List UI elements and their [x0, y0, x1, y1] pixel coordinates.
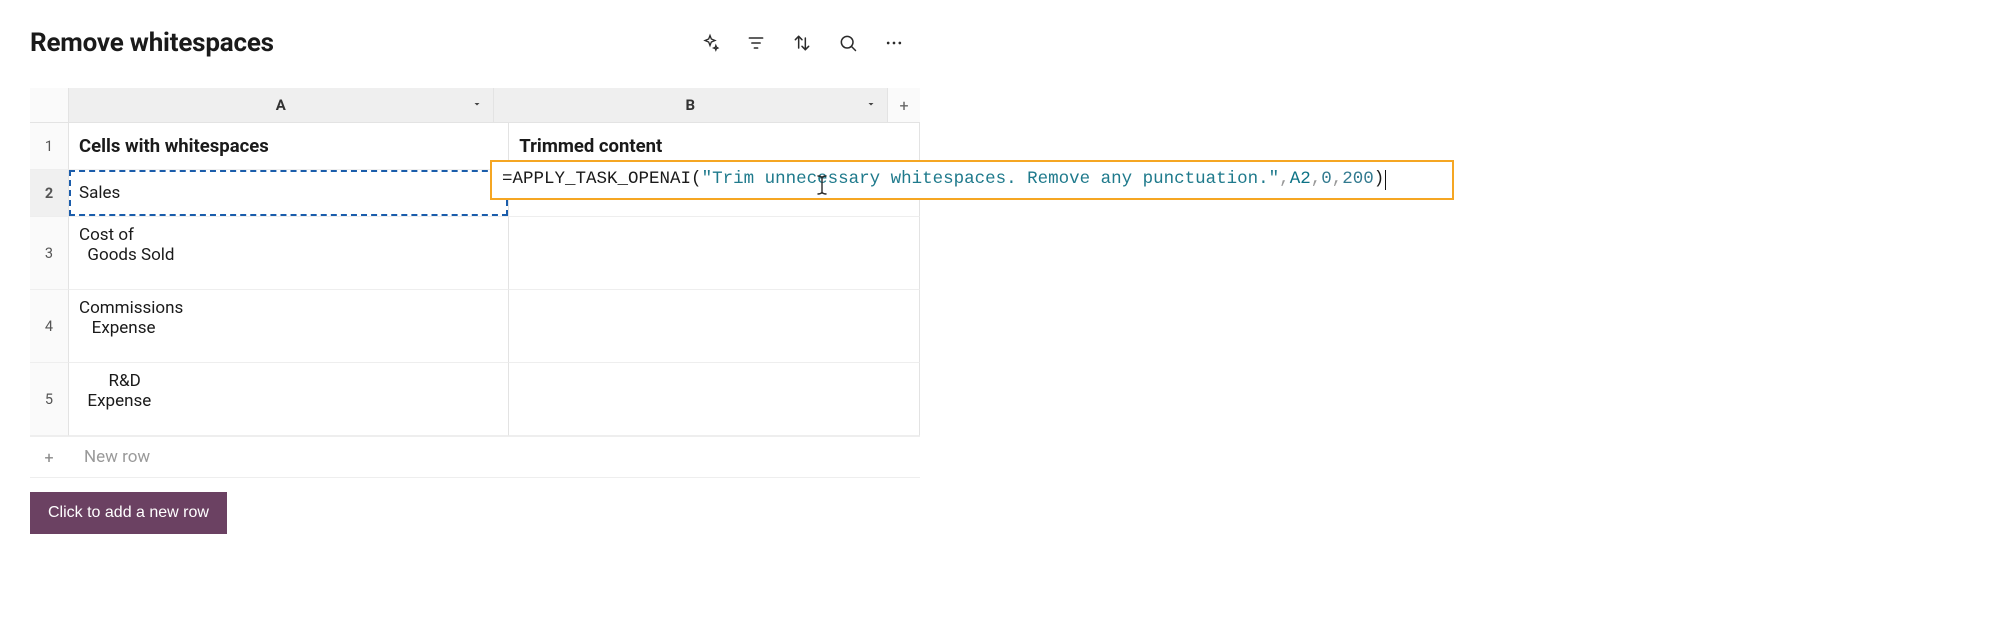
- formula-comma: ,: [1279, 168, 1290, 192]
- row-number[interactable]: 5: [30, 363, 69, 436]
- formula-cell-ref: A2: [1290, 168, 1311, 192]
- formula-open-paren: (: [691, 168, 702, 192]
- cell-a1[interactable]: Cells with whitespaces: [69, 123, 509, 170]
- table-toolbar: [700, 33, 904, 53]
- search-icon[interactable]: [838, 33, 858, 53]
- cell-text: Cells with whitespaces: [79, 135, 269, 157]
- plus-icon: +: [900, 96, 909, 115]
- filter-icon[interactable]: [746, 33, 766, 53]
- corner-cell[interactable]: [30, 88, 69, 123]
- column-letter: A: [69, 96, 493, 114]
- column-header-b[interactable]: B: [494, 88, 889, 123]
- cell-b3[interactable]: [509, 217, 920, 290]
- sort-icon[interactable]: [792, 33, 812, 53]
- formula-string-arg: "Trim unnecessary whitespaces. Remove an…: [702, 168, 1280, 192]
- text-caret: [1385, 170, 1386, 190]
- cell-b5[interactable]: [509, 363, 920, 436]
- new-row-button[interactable]: + New row: [30, 436, 920, 478]
- formula-editor[interactable]: =APPLY_TASK_OPENAI("Trim unnecessary whi…: [490, 160, 1454, 200]
- column-header-a[interactable]: A: [69, 88, 494, 123]
- cell-a4[interactable]: Commissions Expense: [69, 290, 509, 363]
- cell-a3[interactable]: Cost of Goods Sold: [69, 217, 509, 290]
- cell-b4[interactable]: [509, 290, 920, 363]
- row-number[interactable]: 2: [30, 170, 69, 217]
- row-number[interactable]: 4: [30, 290, 69, 363]
- more-icon[interactable]: [884, 33, 904, 53]
- chevron-down-icon[interactable]: [471, 96, 483, 114]
- formula-function-name: APPLY_TASK_OPENAI: [513, 168, 692, 192]
- row-number[interactable]: 1: [30, 123, 69, 170]
- cell-a2[interactable]: Sales: [69, 170, 509, 217]
- formula-number-arg: 200: [1342, 168, 1374, 192]
- cell-a5[interactable]: R&D Expense: [69, 363, 509, 436]
- cell-text: Trimmed content: [519, 135, 662, 157]
- add-column-button[interactable]: +: [888, 88, 920, 123]
- formula-number-arg: 0: [1321, 168, 1332, 192]
- column-letter: B: [494, 96, 888, 114]
- new-row-label: New row: [78, 447, 150, 467]
- formula-close-paren: ): [1374, 168, 1385, 192]
- formula-comma: ,: [1311, 168, 1322, 192]
- formula-equals: =: [502, 168, 513, 192]
- chevron-down-icon[interactable]: [865, 96, 877, 114]
- data-grid: A B + 1 Cells with whitespaces T: [30, 88, 920, 478]
- formula-comma: ,: [1332, 168, 1343, 192]
- cell-text: Cost of Goods Sold: [79, 225, 175, 265]
- cell-text: Sales: [79, 183, 120, 203]
- row-number[interactable]: 3: [30, 217, 69, 290]
- cell-text: Commissions Expense: [79, 298, 183, 338]
- add-row-cta-button[interactable]: Click to add a new row: [30, 492, 227, 534]
- page-title: Remove whitespaces: [30, 28, 274, 58]
- sparkle-icon[interactable]: [700, 33, 720, 53]
- plus-icon: +: [30, 448, 68, 467]
- cell-text: R&D Expense: [79, 371, 151, 411]
